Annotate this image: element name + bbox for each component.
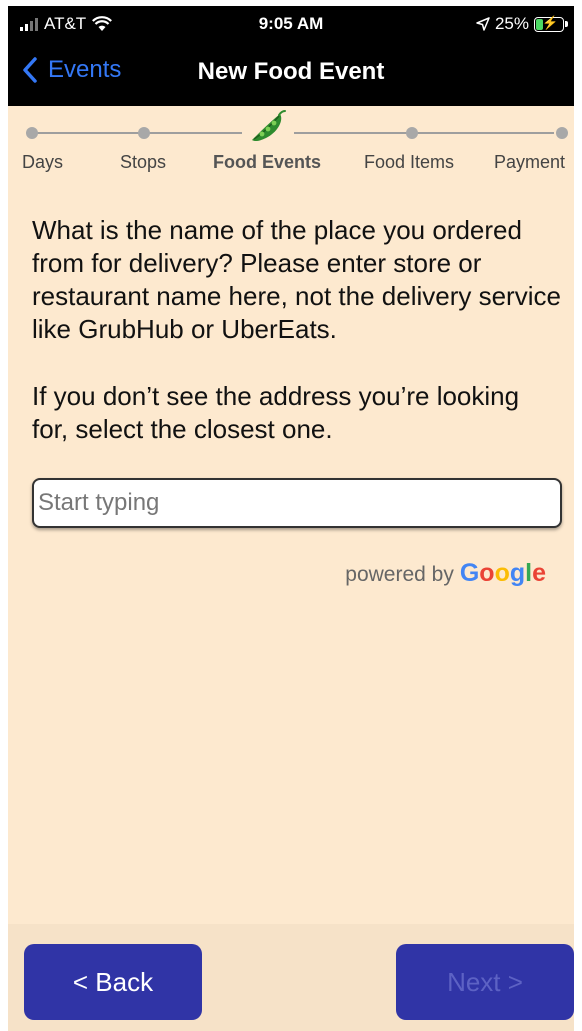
app-screen: AT&T 9:05 AM 25% ⚡ Events New Food Event… [8,6,574,1031]
google-letter-6: e [532,559,546,587]
google-letter-4: g [509,559,526,587]
google-logo: Google [460,559,546,588]
google-letter-1: G [459,559,480,587]
step-label-payment: Payment [494,152,566,172]
step-dot-stops [138,127,150,139]
step-label-stops: Stops [120,152,167,172]
step-dot-days [26,127,38,139]
hint-text: If you don’t see the address you’re look… [32,381,520,444]
top-bar: AT&T 9:05 AM 25% ⚡ Events New Food Event [8,6,574,106]
back-button[interactable]: < Back [24,944,202,1020]
battery-percent: 25% [494,14,529,33]
step-dot-payment [556,127,568,139]
status-right: 25% ⚡ [476,14,568,34]
step-label-food-events: Food Events [213,152,322,172]
google-attribution: powered by Google [345,559,546,588]
google-letter-2: o [479,559,495,587]
progress-stepper: Days Stops Food Events Food Items Paymen… [8,106,574,186]
battery-icon: ⚡ [534,15,568,32]
stepper-track-right [294,132,554,134]
location-arrow-icon [476,17,490,31]
step-label-days: Days [22,152,64,172]
pea-pod-icon [252,110,286,142]
attribution-prefix: powered by [345,563,454,586]
next-button[interactable]: Next > [396,944,574,1020]
restaurant-search-input[interactable] [32,478,562,528]
page-title: New Food Event [197,58,385,85]
question-text: What is the name of the place you ordere… [32,215,561,344]
navigation-bar: Events New Food Event [8,42,574,106]
footer-bar: < Back Next > [8,924,574,1031]
google-letter-3: o [494,559,510,587]
status-bar: AT&T 9:05 AM 25% ⚡ [8,6,574,42]
step-label-food-items: Food Items [364,152,455,172]
step-dot-food-items [406,127,418,139]
